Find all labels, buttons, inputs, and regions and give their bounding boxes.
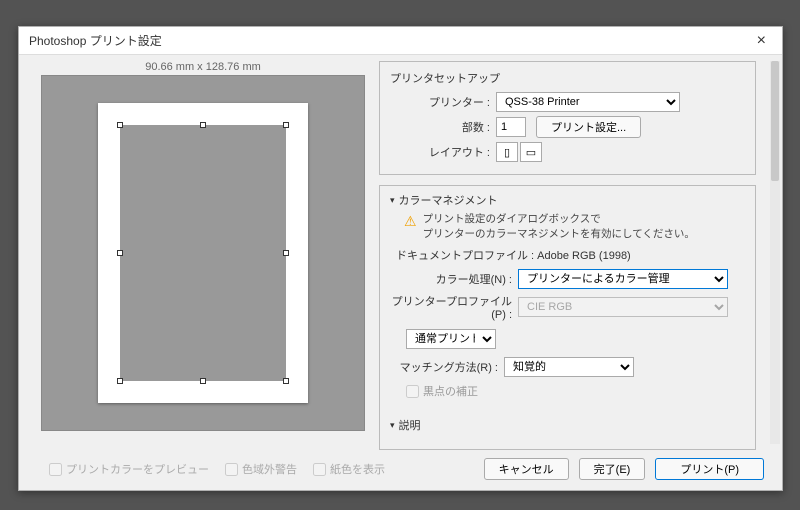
show-paper-checkbox	[313, 463, 326, 476]
handle-lc[interactable]	[117, 250, 123, 256]
printer-profile-select: CIE RGB	[518, 297, 728, 317]
handle-bc[interactable]	[200, 378, 206, 384]
gamut-warning-checkbox-row: 色域外警告	[225, 461, 297, 477]
description-heading: 説明	[399, 417, 421, 433]
handle-rc[interactable]	[283, 250, 289, 256]
printer-profile-label: プリンタープロファイル(P) :	[390, 293, 512, 321]
black-point-checkbox-row: 黒点の補正	[406, 383, 745, 399]
warning-row: ⚠ プリント設定のダイアログボックスで プリンターのカラーマネジメントを有効にし…	[404, 212, 745, 241]
gamut-warning-checkbox	[225, 463, 238, 476]
description-heading-row[interactable]: ▾ 説明	[390, 417, 745, 433]
render-intent-select[interactable]: 知覚的	[504, 357, 634, 377]
handle-bl[interactable]	[117, 378, 123, 384]
warning-icon: ⚠	[404, 212, 417, 232]
dimensions-label: 90.66 mm x 128.76 mm	[41, 61, 365, 73]
copies-input[interactable]	[496, 117, 526, 137]
printer-setup-panel: プリンタセットアップ プリンター : QSS-38 Printer 部数 : プ…	[379, 61, 756, 175]
color-handling-select[interactable]: プリンターによるカラー管理	[518, 269, 728, 289]
handle-tl[interactable]	[117, 122, 123, 128]
dialog-title: Photoshop プリント設定	[29, 32, 162, 49]
orientation-landscape-icon[interactable]: ▭	[520, 142, 542, 162]
handle-tc[interactable]	[200, 122, 206, 128]
handle-br[interactable]	[283, 378, 289, 384]
warning-text-1: プリント設定のダイアログボックスで	[423, 213, 601, 225]
printer-select[interactable]: QSS-38 Printer	[496, 92, 680, 112]
scrollbar[interactable]	[770, 61, 780, 444]
doc-profile-label: ドキュメントプロファイル : Adobe RGB (1998)	[396, 247, 745, 263]
printer-setup-heading: プリンタセットアップ	[390, 70, 745, 86]
page-preview[interactable]	[98, 103, 308, 403]
warning-text-2: プリンターのカラーマネジメントを有効にしてください。	[423, 228, 695, 240]
render-intent-label: マッチング方法(R) :	[390, 359, 498, 375]
preview-colors-checkbox	[49, 463, 62, 476]
color-mgmt-heading: カラーマネジメント	[399, 192, 498, 208]
black-point-label: 黒点の補正	[423, 383, 478, 399]
printer-label: プリンター :	[390, 94, 490, 110]
preview-colors-checkbox-row: プリントカラーをプレビュー	[49, 461, 209, 477]
print-button[interactable]: プリント(P)	[655, 458, 764, 480]
orientation-portrait-icon[interactable]: ▯	[496, 142, 518, 162]
preview-pane: 90.66 mm x 128.76 mm	[19, 55, 373, 450]
handle-tr[interactable]	[283, 122, 289, 128]
color-handling-label: カラー処理(N) :	[390, 271, 512, 287]
print-settings-button[interactable]: プリント設定...	[536, 116, 641, 138]
content-rect	[120, 125, 286, 381]
chevron-down-icon: ▾	[390, 195, 395, 206]
scroll-thumb[interactable]	[771, 61, 779, 181]
footer: プリントカラーをプレビュー 色域外警告 紙色を表示 キャンセル 完了(E) プリ…	[19, 448, 782, 490]
layout-label: レイアウト :	[390, 144, 490, 160]
close-icon[interactable]: ×	[751, 32, 772, 50]
cancel-button[interactable]: キャンセル	[484, 458, 569, 480]
preview-area	[41, 75, 365, 431]
normal-print-select[interactable]: 通常プリント	[406, 329, 496, 349]
titlebar: Photoshop プリント設定 ×	[19, 27, 782, 55]
done-button[interactable]: 完了(E)	[579, 458, 646, 480]
chevron-down-icon: ▾	[390, 420, 395, 431]
color-mgmt-heading-row[interactable]: ▾ カラーマネジメント	[390, 192, 745, 208]
print-dialog: Photoshop プリント設定 × 90.66 mm x 128.76 mm	[18, 26, 783, 491]
show-paper-checkbox-row: 紙色を表示	[313, 461, 385, 477]
color-management-panel: ▾ カラーマネジメント ⚠ プリント設定のダイアログボックスで プリンターのカラ…	[379, 185, 756, 450]
copies-label: 部数 :	[390, 119, 490, 135]
black-point-checkbox	[406, 385, 419, 398]
